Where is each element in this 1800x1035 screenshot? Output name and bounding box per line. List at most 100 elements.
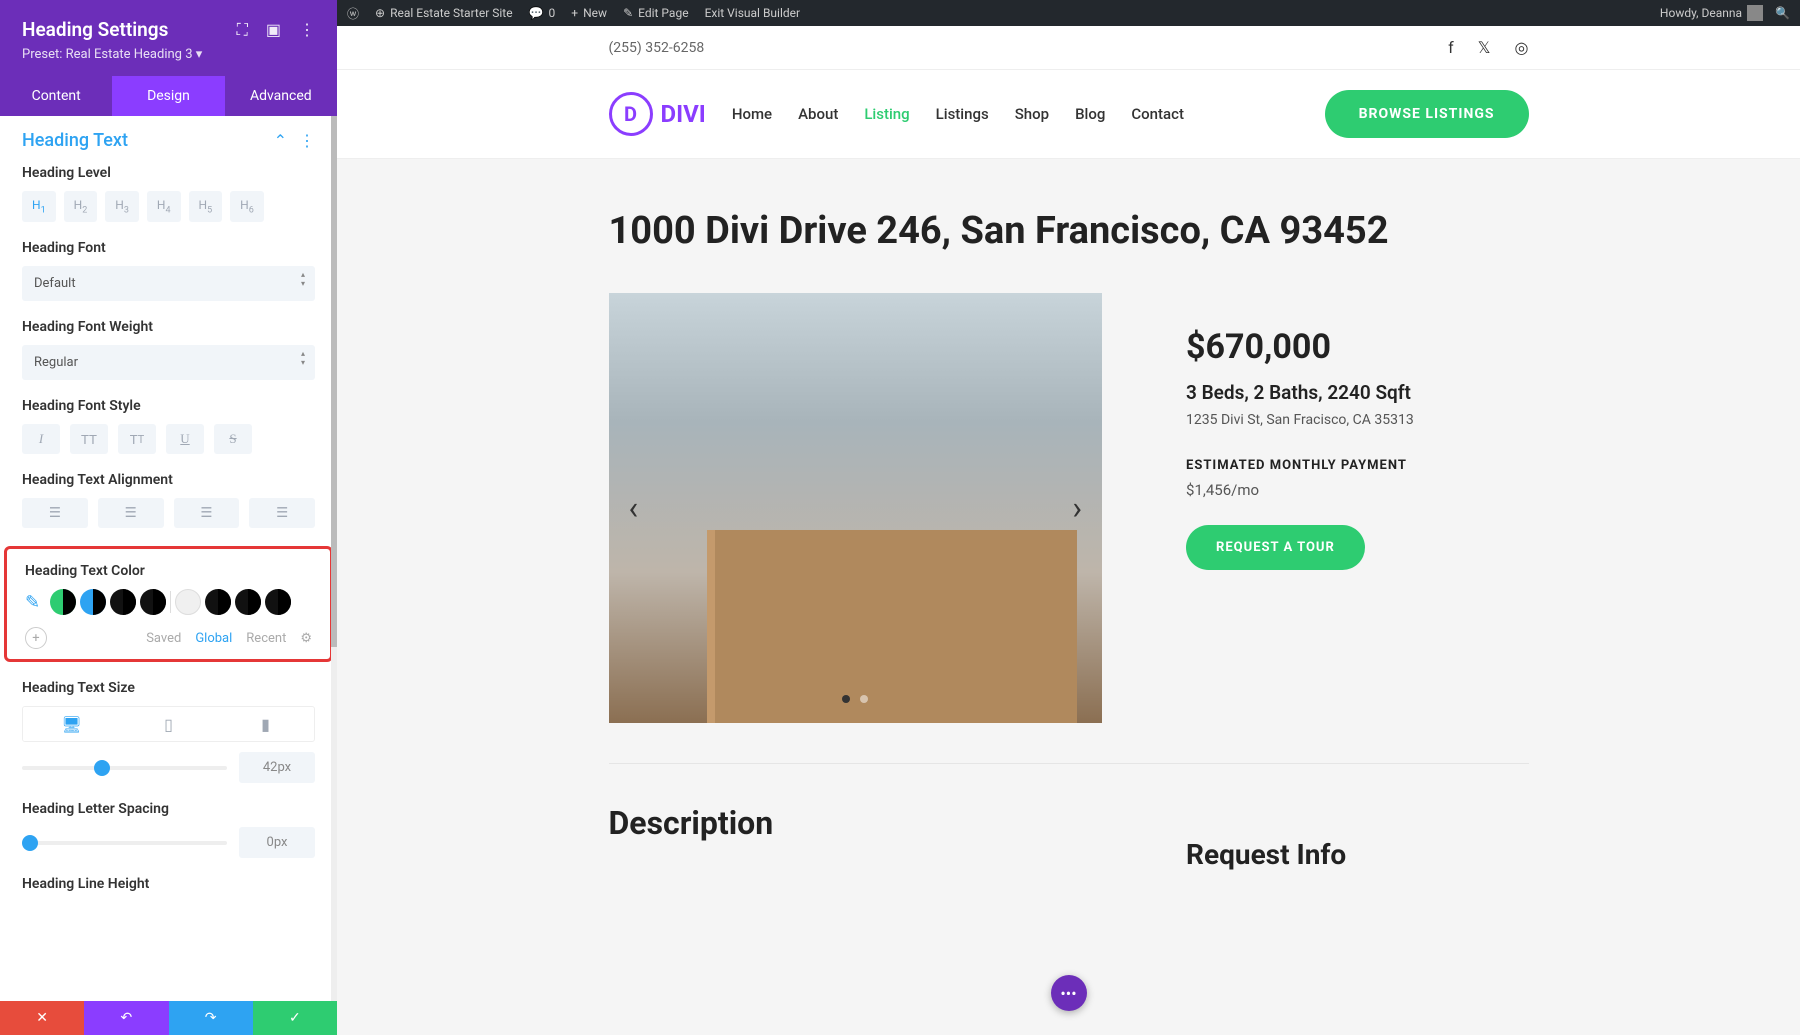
- nav-listing[interactable]: Listing: [864, 105, 909, 123]
- uppercase-button[interactable]: TT: [70, 424, 108, 454]
- device-desktop[interactable]: 🖥: [23, 707, 120, 741]
- wp-logo-icon[interactable]: ⓦ: [347, 5, 359, 22]
- builder-fab-button[interactable]: •••: [1051, 975, 1087, 1011]
- heading-level-label: Heading Level: [22, 165, 315, 181]
- font-select[interactable]: Default: [22, 266, 315, 301]
- underline-button[interactable]: U: [166, 424, 204, 454]
- align-right-button[interactable]: ☰: [174, 498, 240, 528]
- request-info-heading: Request Info: [1186, 838, 1494, 871]
- expand-icon[interactable]: ⛶: [237, 20, 248, 40]
- smallcaps-button[interactable]: TT: [118, 424, 156, 454]
- browse-listings-button[interactable]: BROWSE LISTINGS: [1325, 90, 1529, 138]
- sidebar-footer: ✕ ↶ ↷ ✓: [0, 1001, 337, 1035]
- italic-button[interactable]: I: [22, 424, 60, 454]
- h6-button[interactable]: H6: [230, 191, 264, 222]
- swatch-black-4[interactable]: [235, 589, 261, 615]
- color-tab-global[interactable]: Global: [195, 631, 232, 646]
- device-phone[interactable]: ▮: [217, 707, 314, 741]
- color-tab-recent[interactable]: Recent: [246, 631, 286, 646]
- section-more-icon[interactable]: ⋮: [299, 131, 315, 150]
- heading-spacing-label: Heading Letter Spacing: [22, 801, 315, 817]
- nav-listings[interactable]: Listings: [936, 105, 989, 123]
- wp-site-name[interactable]: ⊕ Real Estate Starter Site: [375, 6, 513, 20]
- swatch-black-3[interactable]: [205, 589, 231, 615]
- swatch-white[interactable]: [175, 589, 201, 615]
- site-logo[interactable]: D DIVI: [609, 92, 706, 136]
- more-icon[interactable]: ⋮: [299, 20, 315, 40]
- h3-button[interactable]: H3: [105, 191, 139, 222]
- swatch-blue[interactable]: [80, 589, 106, 615]
- swatch-black-5[interactable]: [265, 589, 291, 615]
- undo-button[interactable]: ↶: [84, 1001, 168, 1035]
- collapse-icon[interactable]: ⌃: [274, 131, 287, 150]
- swatch-black-1[interactable]: [110, 589, 136, 615]
- heading-align-label: Heading Text Alignment: [22, 472, 315, 488]
- wp-exit-builder[interactable]: Exit Visual Builder: [705, 6, 801, 20]
- tab-design[interactable]: Design: [112, 76, 224, 116]
- listing-title: 1000 Divi Drive 246, San Francisco, CA 9…: [609, 209, 1529, 253]
- nav-blog[interactable]: Blog: [1075, 105, 1105, 123]
- h1-button[interactable]: H1: [22, 191, 56, 222]
- instagram-icon[interactable]: ◎: [1515, 38, 1529, 57]
- spacing-input[interactable]: [239, 827, 315, 858]
- redo-button[interactable]: ↷: [169, 1001, 253, 1035]
- tab-content[interactable]: Content: [0, 76, 112, 116]
- phone-number: (255) 352-6258: [609, 40, 705, 56]
- heading-size-label: Heading Text Size: [22, 680, 315, 696]
- content-divider: [609, 763, 1529, 764]
- main-preview: ⓦ ⊕ Real Estate Starter Site 💬 0 + New ✎…: [337, 0, 1800, 1035]
- nav-home[interactable]: Home: [732, 105, 772, 123]
- color-tab-saved[interactable]: Saved: [146, 631, 181, 646]
- wp-search-icon[interactable]: 🔍: [1775, 6, 1790, 20]
- estimated-payment-label: ESTIMATED MONTHLY PAYMENT: [1186, 458, 1494, 473]
- add-swatch-button[interactable]: +: [25, 627, 47, 649]
- align-left-button[interactable]: ☰: [22, 498, 88, 528]
- wp-edit-page[interactable]: ✎ Edit Page: [623, 6, 689, 20]
- size-input[interactable]: [239, 752, 315, 783]
- gallery-next-icon[interactable]: ›: [1072, 489, 1082, 527]
- gallery-dot-1[interactable]: [842, 695, 850, 703]
- nav-about[interactable]: About: [798, 105, 838, 123]
- request-tour-button[interactable]: REQUEST A TOUR: [1186, 525, 1365, 570]
- image-gallery: ‹ ›: [609, 293, 1103, 723]
- align-justify-button[interactable]: ☰: [249, 498, 315, 528]
- facebook-icon[interactable]: f: [1448, 38, 1454, 57]
- spacing-slider[interactable]: [22, 841, 227, 845]
- h5-button[interactable]: H5: [189, 191, 223, 222]
- nav-shop[interactable]: Shop: [1015, 105, 1049, 123]
- swatch-green[interactable]: [50, 589, 76, 615]
- save-button[interactable]: ✓: [253, 1001, 337, 1035]
- nav-contact[interactable]: Contact: [1131, 105, 1184, 123]
- x-icon[interactable]: 𝕏: [1478, 38, 1491, 57]
- sidebar-header: Heading Settings ⛶ ▣ ⋮ Preset: Real Esta…: [0, 0, 337, 76]
- preset-selector[interactable]: Preset: Real Estate Heading 3 ▾: [22, 47, 315, 62]
- gallery-dot-2[interactable]: [860, 695, 868, 703]
- section-title[interactable]: Heading Text: [22, 130, 128, 151]
- sidebar-title: Heading Settings: [22, 18, 168, 41]
- swatch-black-2[interactable]: [140, 589, 166, 615]
- align-center-button[interactable]: ☰: [98, 498, 164, 528]
- color-settings-icon[interactable]: ⚙: [300, 631, 312, 646]
- h2-button[interactable]: H2: [64, 191, 98, 222]
- wp-howdy[interactable]: Howdy, Deanna: [1660, 5, 1763, 21]
- strikethrough-button[interactable]: S: [214, 424, 252, 454]
- wp-new[interactable]: + New: [571, 6, 607, 20]
- eyedropper-icon[interactable]: ✎: [25, 592, 40, 613]
- device-tablet[interactable]: ▯: [120, 707, 217, 741]
- settings-sidebar: Heading Settings ⛶ ▣ ⋮ Preset: Real Esta…: [0, 0, 337, 1035]
- size-slider[interactable]: [22, 766, 227, 770]
- sidebar-scrollbar[interactable]: [331, 116, 337, 1001]
- swatch-separator: [170, 591, 171, 613]
- h4-button[interactable]: H4: [147, 191, 181, 222]
- layout-icon[interactable]: ▣: [266, 20, 281, 40]
- wp-comments[interactable]: 💬 0: [529, 6, 556, 20]
- heading-style-label: Heading Font Style: [22, 398, 315, 414]
- heading-font-label: Heading Font: [22, 240, 315, 256]
- cancel-button[interactable]: ✕: [0, 1001, 84, 1035]
- site-topbar: (255) 352-6258 f 𝕏 ◎: [337, 26, 1800, 70]
- tab-advanced[interactable]: Advanced: [225, 76, 337, 116]
- heading-weight-label: Heading Font Weight: [22, 319, 315, 335]
- estimated-payment-value: $1,456/mo: [1186, 481, 1494, 499]
- gallery-prev-icon[interactable]: ‹: [629, 489, 639, 527]
- weight-select[interactable]: Regular: [22, 345, 315, 380]
